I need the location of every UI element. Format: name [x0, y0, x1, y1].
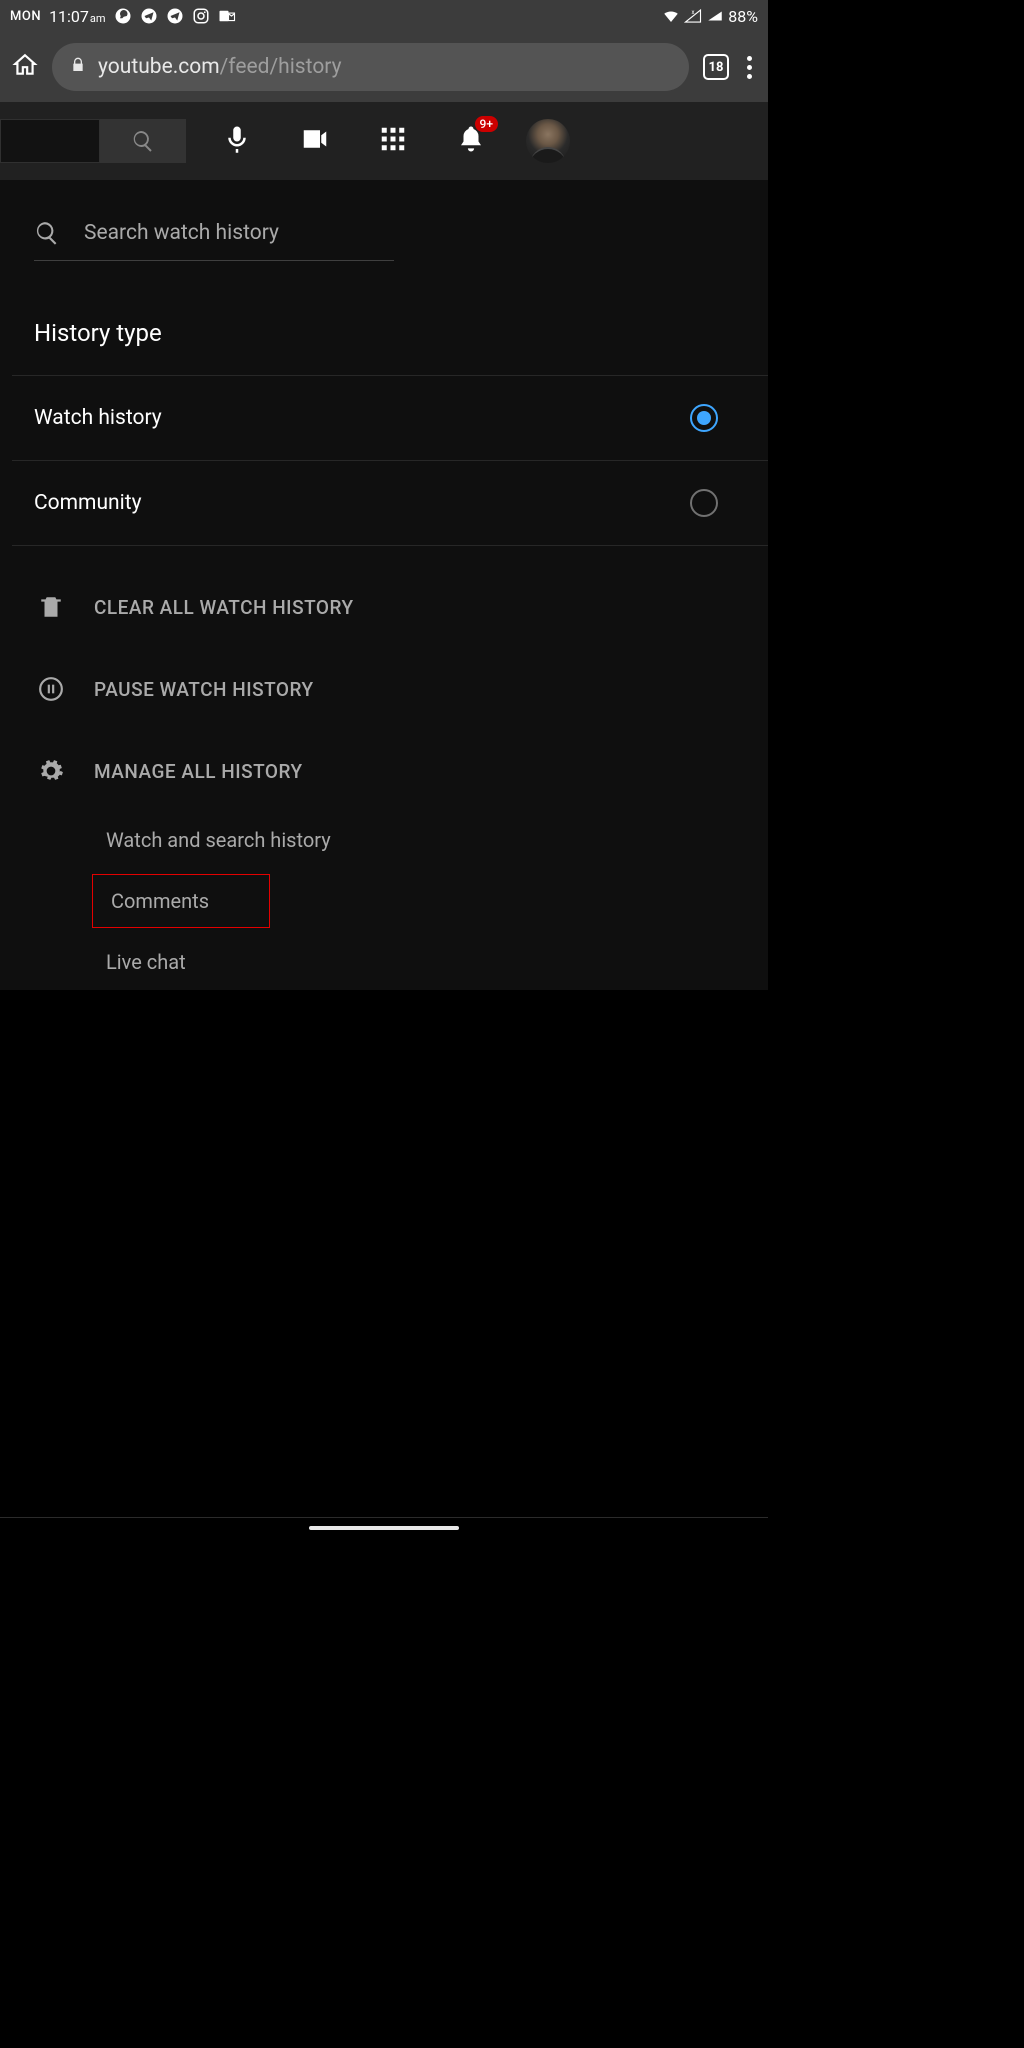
sublink-live-chat[interactable]: Live chat [92, 934, 200, 990]
search-watch-history[interactable]: Search watch history [34, 220, 394, 261]
url-host: youtube.com [98, 55, 220, 79]
radio-label: Community [34, 491, 142, 515]
search-placeholder: Search watch history [84, 221, 279, 245]
gear-icon [38, 758, 64, 784]
page-content: Search watch history History type Watch … [0, 180, 768, 990]
youtube-header-icons: 9+ [222, 124, 486, 158]
whatsapp-icon [114, 7, 132, 25]
create-button[interactable] [300, 124, 330, 158]
outlook-icon [218, 7, 236, 25]
account-avatar[interactable] [526, 119, 570, 163]
bottom-separator [0, 1517, 768, 1518]
url-path: /feed/history [220, 55, 342, 79]
instagram-icon [192, 7, 210, 25]
radio-unselected-icon [690, 489, 718, 517]
action-label: PAUSE WATCH HISTORY [94, 678, 314, 701]
voice-search-button[interactable] [222, 124, 252, 158]
tab-count: 18 [709, 60, 724, 75]
wifi-icon [662, 7, 680, 25]
apps-grid-icon [378, 124, 408, 154]
history-type-title: History type [34, 319, 734, 347]
radio-selected-icon [690, 404, 718, 432]
telegram-icon [140, 7, 158, 25]
history-type-watch[interactable]: Watch history [34, 376, 734, 460]
manage-all-history[interactable]: MANAGE ALL HISTORY [34, 730, 734, 812]
youtube-header: 9+ [0, 102, 768, 180]
battery-percent: 88% [728, 7, 758, 26]
action-label: CLEAR ALL WATCH HISTORY [94, 596, 354, 619]
notifications-button[interactable]: 9+ [456, 124, 486, 158]
signal-icon: x [684, 7, 702, 25]
search-icon [34, 220, 60, 246]
apps-button[interactable] [378, 124, 408, 158]
dot-icon [747, 74, 752, 79]
video-plus-icon [300, 124, 330, 154]
status-right: x 88% [662, 7, 758, 26]
chrome-toolbar: youtube.com/feed/history 18 [0, 32, 768, 102]
pause-circle-icon [38, 676, 64, 702]
trash-icon [38, 594, 64, 620]
search-button[interactable] [100, 119, 186, 163]
tabs-button[interactable]: 18 [703, 54, 729, 80]
search-icon [131, 129, 155, 153]
radio-label: Watch history [34, 406, 162, 430]
pause-watch-history[interactable]: PAUSE WATCH HISTORY [34, 648, 734, 730]
status-time-wrap: 11:07am [49, 7, 105, 26]
url-text: youtube.com/feed/history [98, 55, 342, 79]
dot-icon [747, 65, 752, 70]
search-input[interactable] [0, 119, 100, 163]
home-button[interactable] [12, 52, 38, 82]
telegram-icon-2 [166, 7, 184, 25]
nav-indicator [309, 1526, 459, 1530]
clear-all-watch-history[interactable]: CLEAR ALL WATCH HISTORY [34, 566, 734, 648]
android-status-bar: MON 11:07am x 88% [0, 0, 768, 32]
more-menu-button[interactable] [743, 52, 756, 83]
url-bar[interactable]: youtube.com/feed/history [52, 43, 689, 91]
lock-icon [70, 57, 86, 77]
dot-icon [747, 56, 752, 61]
svg-text:x: x [692, 9, 695, 16]
manage-sublinks: Watch and search history Comments Live c… [92, 812, 734, 990]
history-type-community[interactable]: Community [34, 461, 734, 545]
status-time: 11:07 [49, 7, 89, 26]
notification-badge: 9+ [475, 116, 498, 132]
battery-icon [706, 7, 724, 25]
action-label: MANAGE ALL HISTORY [94, 760, 303, 783]
microphone-icon [222, 124, 252, 154]
sublink-comments[interactable]: Comments [92, 874, 270, 928]
status-ampm: am [90, 12, 106, 25]
sublink-watch-search[interactable]: Watch and search history [92, 812, 345, 868]
status-day: MON [10, 9, 41, 24]
status-left: MON 11:07am [10, 7, 236, 26]
